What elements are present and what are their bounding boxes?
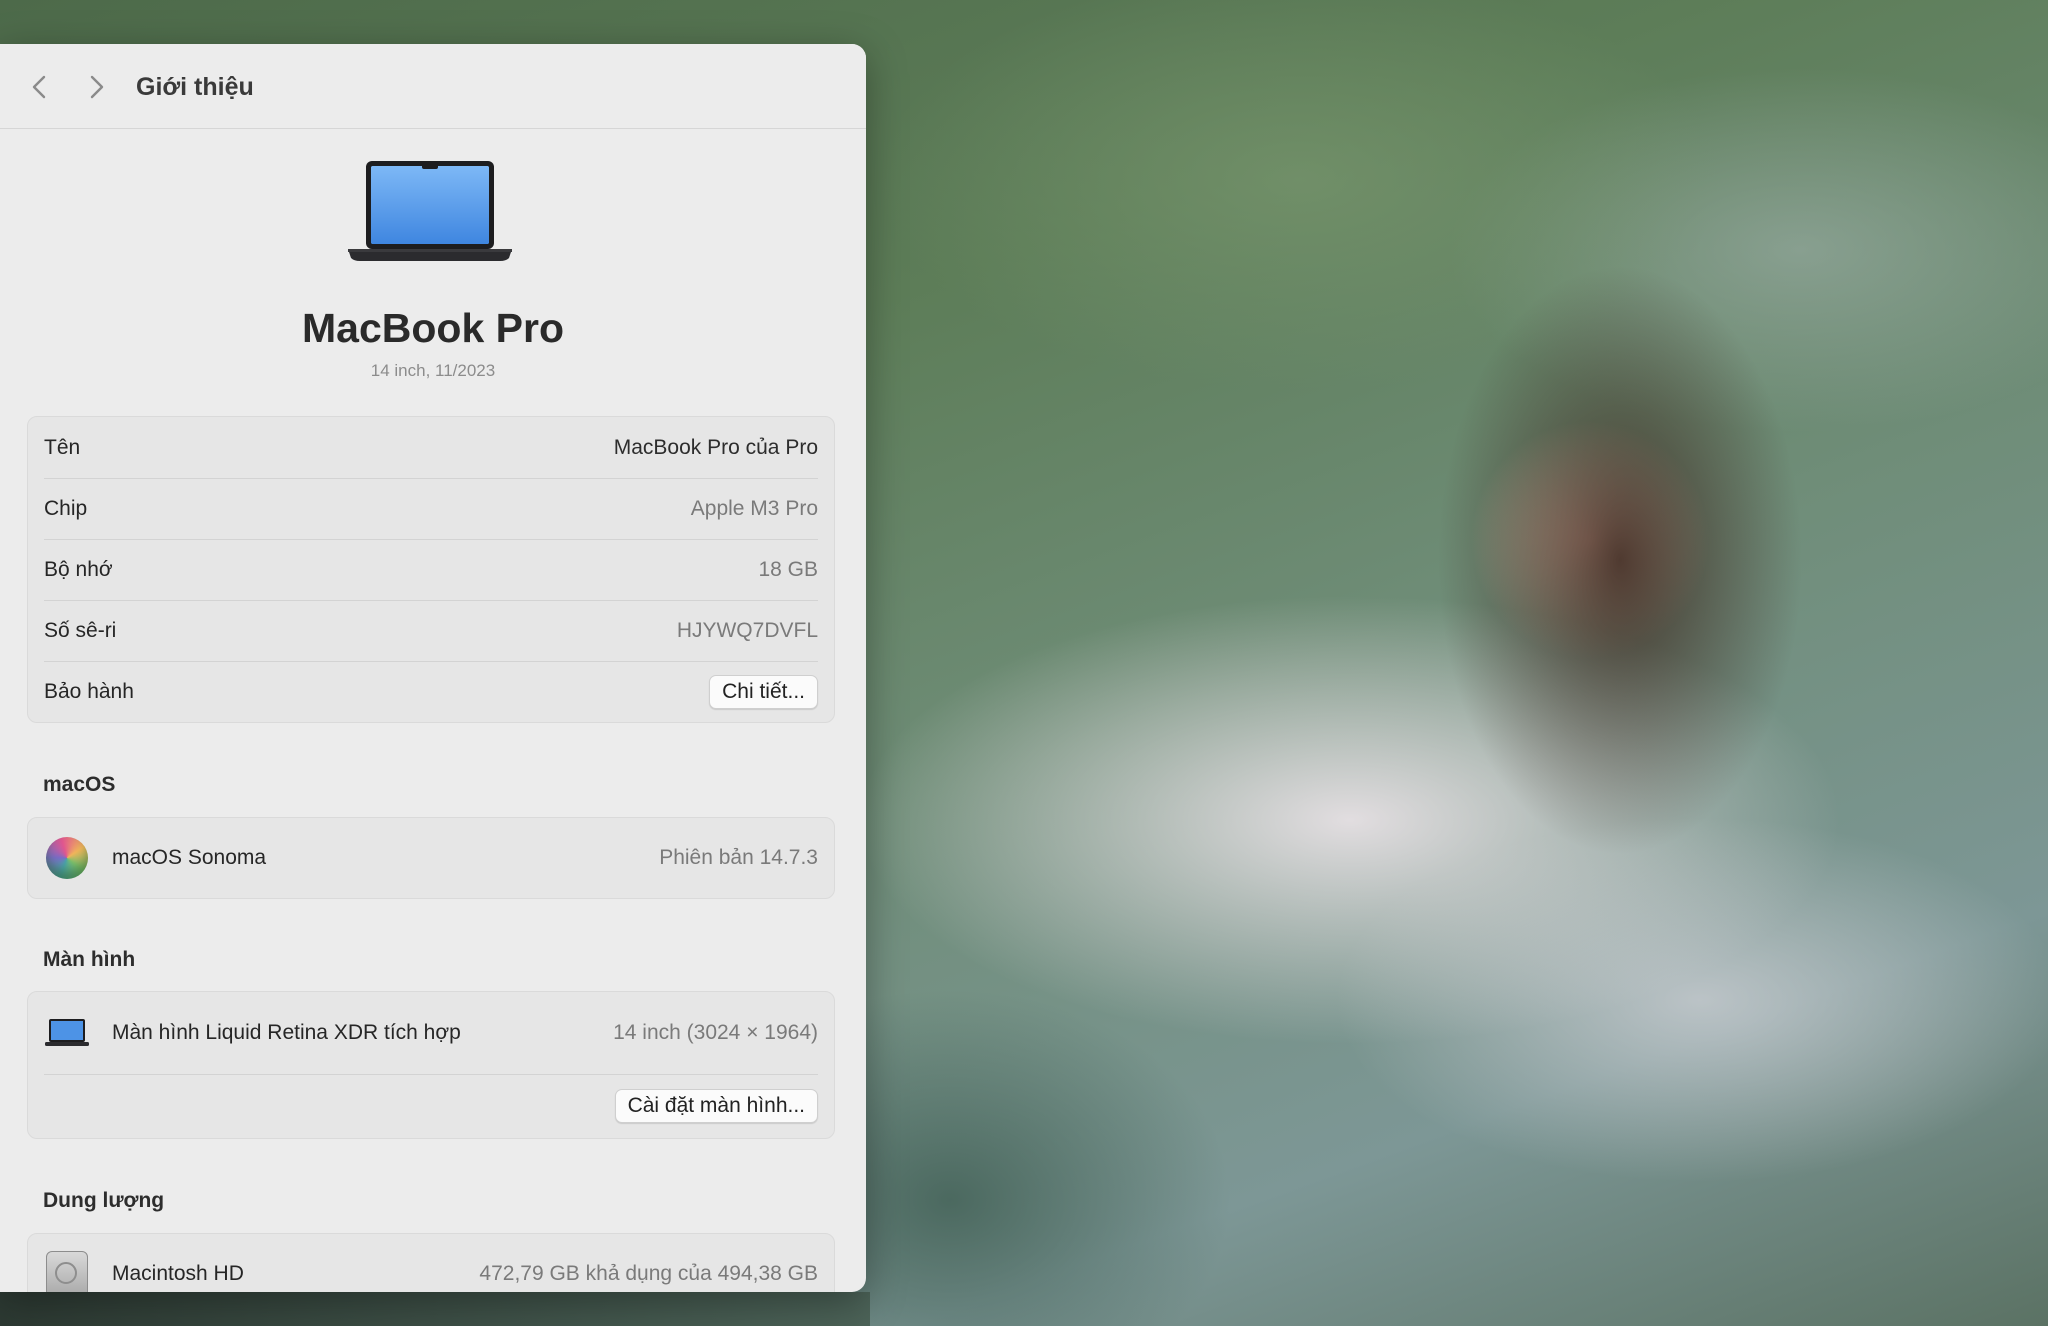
chevron-left-icon — [32, 75, 46, 99]
display-card: Màn hình Liquid Retina XDR tích hợp 14 i… — [27, 991, 835, 1139]
forward-button[interactable] — [80, 70, 114, 104]
macos-sonoma-icon — [44, 835, 90, 881]
display-settings-button[interactable]: Cài đặt màn hình... — [614, 1089, 818, 1123]
macos-section-title: macOS — [43, 773, 116, 796]
info-row-value: MacBook Pro của Pro — [613, 435, 818, 459]
info-row-value: 18 GB — [758, 557, 818, 581]
info-row-chip: Chip Apple M3 Pro — [28, 478, 834, 539]
display-section-title: Màn hình — [43, 948, 136, 971]
info-row-label: Tên — [44, 435, 81, 459]
page-title: Giới thiệu — [136, 73, 254, 101]
info-row-label: Bộ nhớ — [44, 557, 113, 581]
macos-version: Phiên bản 14.7.3 — [659, 846, 818, 869]
laptop-display-icon — [44, 1010, 90, 1056]
info-row-name: Tên MacBook Pro của Pro — [28, 417, 834, 478]
macos-name: macOS Sonoma — [112, 846, 267, 869]
storage-card: Macintosh HD 472,79 GB khả dụng của 494,… — [27, 1233, 835, 1292]
back-button[interactable] — [22, 70, 56, 104]
info-row-label: Số sê-ri — [44, 618, 117, 642]
chevron-right-icon — [90, 75, 104, 99]
info-row-value: HJYWQ7DVFL — [676, 618, 818, 642]
info-card: Tên MacBook Pro của Pro Chip Apple M3 Pr… — [27, 416, 835, 723]
storage-capacity: 472,79 GB khả dụng của 494,38 GB — [479, 1262, 818, 1285]
info-row-serial: Số sê-ri HJYWQ7DVFL — [28, 600, 834, 661]
warranty-details-button[interactable]: Chi tiết... — [709, 674, 818, 709]
hard-drive-icon — [44, 1251, 90, 1292]
info-row-memory: Bộ nhớ 18 GB — [28, 539, 834, 600]
about-window: Giới thiệu MacBook Pro 14 inch, 11/2023 … — [0, 44, 866, 1292]
display-name: Màn hình Liquid Retina XDR tích hợp — [112, 1021, 461, 1044]
desktop-wallpaper-edge — [0, 1292, 870, 1326]
storage-section-title: Dung lượng — [43, 1189, 165, 1212]
display-settings-row: Cài đặt màn hình... — [28, 1074, 834, 1138]
storage-name: Macintosh HD — [112, 1262, 244, 1285]
info-row-label: Chip — [44, 496, 88, 520]
about-content: MacBook Pro 14 inch, 11/2023 Tên MacBook… — [0, 129, 866, 1292]
macbook-icon — [348, 161, 512, 261]
device-subtitle: 14 inch, 11/2023 — [370, 361, 496, 380]
storage-row: Macintosh HD 472,79 GB khả dụng của 494,… — [28, 1234, 834, 1292]
info-row-warranty: Bảo hành Chi tiết... — [28, 661, 834, 722]
display-row: Màn hình Liquid Retina XDR tích hợp 14 i… — [28, 992, 834, 1074]
macos-row: macOS Sonoma Phiên bản 14.7.3 — [28, 818, 834, 898]
info-row-label: Bảo hành — [44, 679, 134, 703]
device-name: MacBook Pro — [302, 305, 564, 351]
macos-card: macOS Sonoma Phiên bản 14.7.3 — [27, 817, 835, 899]
window-toolbar: Giới thiệu — [0, 44, 866, 129]
info-row-value: Apple M3 Pro — [690, 496, 818, 520]
display-spec: 14 inch (3024 × 1964) — [613, 1021, 818, 1044]
